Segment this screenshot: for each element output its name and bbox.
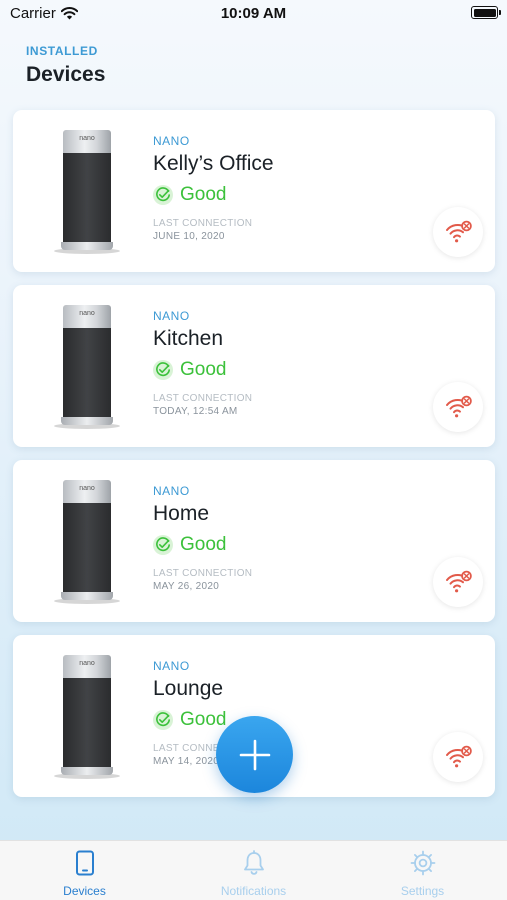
device-logo: nano <box>79 310 95 317</box>
battery-icon <box>471 6 501 19</box>
check-circle-icon <box>153 710 173 730</box>
device-card[interactable]: nano NANO Home Good LAST CONNECTION MAY … <box>13 460 495 622</box>
wifi-off-icon <box>446 395 472 418</box>
device-model: NANO <box>153 134 190 148</box>
wifi-off-icon <box>446 570 472 593</box>
tab-devices-label: Devices <box>63 884 106 898</box>
device-card[interactable]: nano NANO Kitchen Good LAST CONNECTION T… <box>13 285 495 447</box>
device-name: Home <box>153 502 210 525</box>
device-card[interactable]: nano NANO Kelly’s Office Good LAST CONNE… <box>13 110 495 272</box>
last-connection-date: MAY 26, 2020 <box>153 581 220 592</box>
plus-icon <box>239 739 270 770</box>
tab-notifications-label: Notifications <box>220 884 287 898</box>
device-name: Kitchen <box>153 327 224 350</box>
tab-notifications[interactable]: Notifications <box>169 841 338 900</box>
device-name: Lounge <box>153 677 224 700</box>
page-title: Devices <box>26 63 106 86</box>
section-eyebrow: INSTALLED <box>26 44 98 58</box>
device-status: Good <box>153 359 252 381</box>
wifi-status-button[interactable] <box>433 382 483 432</box>
device-info: NANO Kitchen Good LAST CONNECTION TODAY,… <box>153 309 252 417</box>
page-header: INSTALLED Devices <box>26 44 105 87</box>
device-model: NANO <box>153 659 190 673</box>
last-connection-label: LAST CONNECTION <box>153 218 253 229</box>
device-image: nano <box>54 655 120 779</box>
device-list: nano NANO Kelly’s Office Good LAST CONNE… <box>13 110 495 810</box>
device-image: nano <box>54 305 120 429</box>
device-logo: nano <box>79 485 95 492</box>
bell-icon <box>243 850 264 875</box>
last-connection-label: LAST CONNECTION <box>153 568 253 579</box>
clock: 10:09 AM <box>220 5 287 22</box>
wifi-off-icon <box>446 745 472 768</box>
device-status: Good <box>153 534 252 556</box>
last-connection-date: TODAY, 12:54 AM <box>153 406 238 417</box>
device-logo: nano <box>79 660 95 667</box>
wifi-status-button[interactable] <box>433 557 483 607</box>
status-text: Good <box>180 184 227 205</box>
check-circle-icon <box>153 185 173 205</box>
status-text: Good <box>180 534 227 555</box>
last-connection-date: JUNE 10, 2020 <box>153 231 225 242</box>
device-info: NANO Home Good LAST CONNECTION MAY 26, 2… <box>153 484 252 592</box>
add-device-button[interactable] <box>216 716 293 793</box>
device-info: NANO Kelly’s Office Good LAST CONNECTION… <box>153 134 274 242</box>
phone-icon <box>75 850 94 876</box>
tab-devices[interactable]: Devices <box>0 841 169 900</box>
wifi-off-icon <box>446 220 472 243</box>
check-circle-icon <box>153 535 173 555</box>
device-image: nano <box>54 130 120 254</box>
status-text: Good <box>180 359 227 380</box>
last-connection-label: LAST CONNECTION <box>153 393 253 404</box>
device-logo: nano <box>79 135 95 142</box>
wifi-status-button[interactable] <box>433 207 483 257</box>
tab-bar: Devices Notifications Settings <box>0 840 507 900</box>
tab-settings[interactable]: Settings <box>338 841 507 900</box>
status-text: Good <box>180 709 227 730</box>
tab-settings-label: Settings <box>400 884 445 898</box>
device-model: NANO <box>153 484 190 498</box>
wifi-status-button[interactable] <box>433 732 483 782</box>
device-status: Good <box>153 184 274 206</box>
gear-icon <box>410 850 435 876</box>
check-circle-icon <box>153 360 173 380</box>
device-name: Kelly’s Office <box>153 152 274 175</box>
device-image: nano <box>54 480 120 604</box>
status-bar: Carrier 10:09 AM <box>0 0 507 28</box>
device-model: NANO <box>153 309 190 323</box>
